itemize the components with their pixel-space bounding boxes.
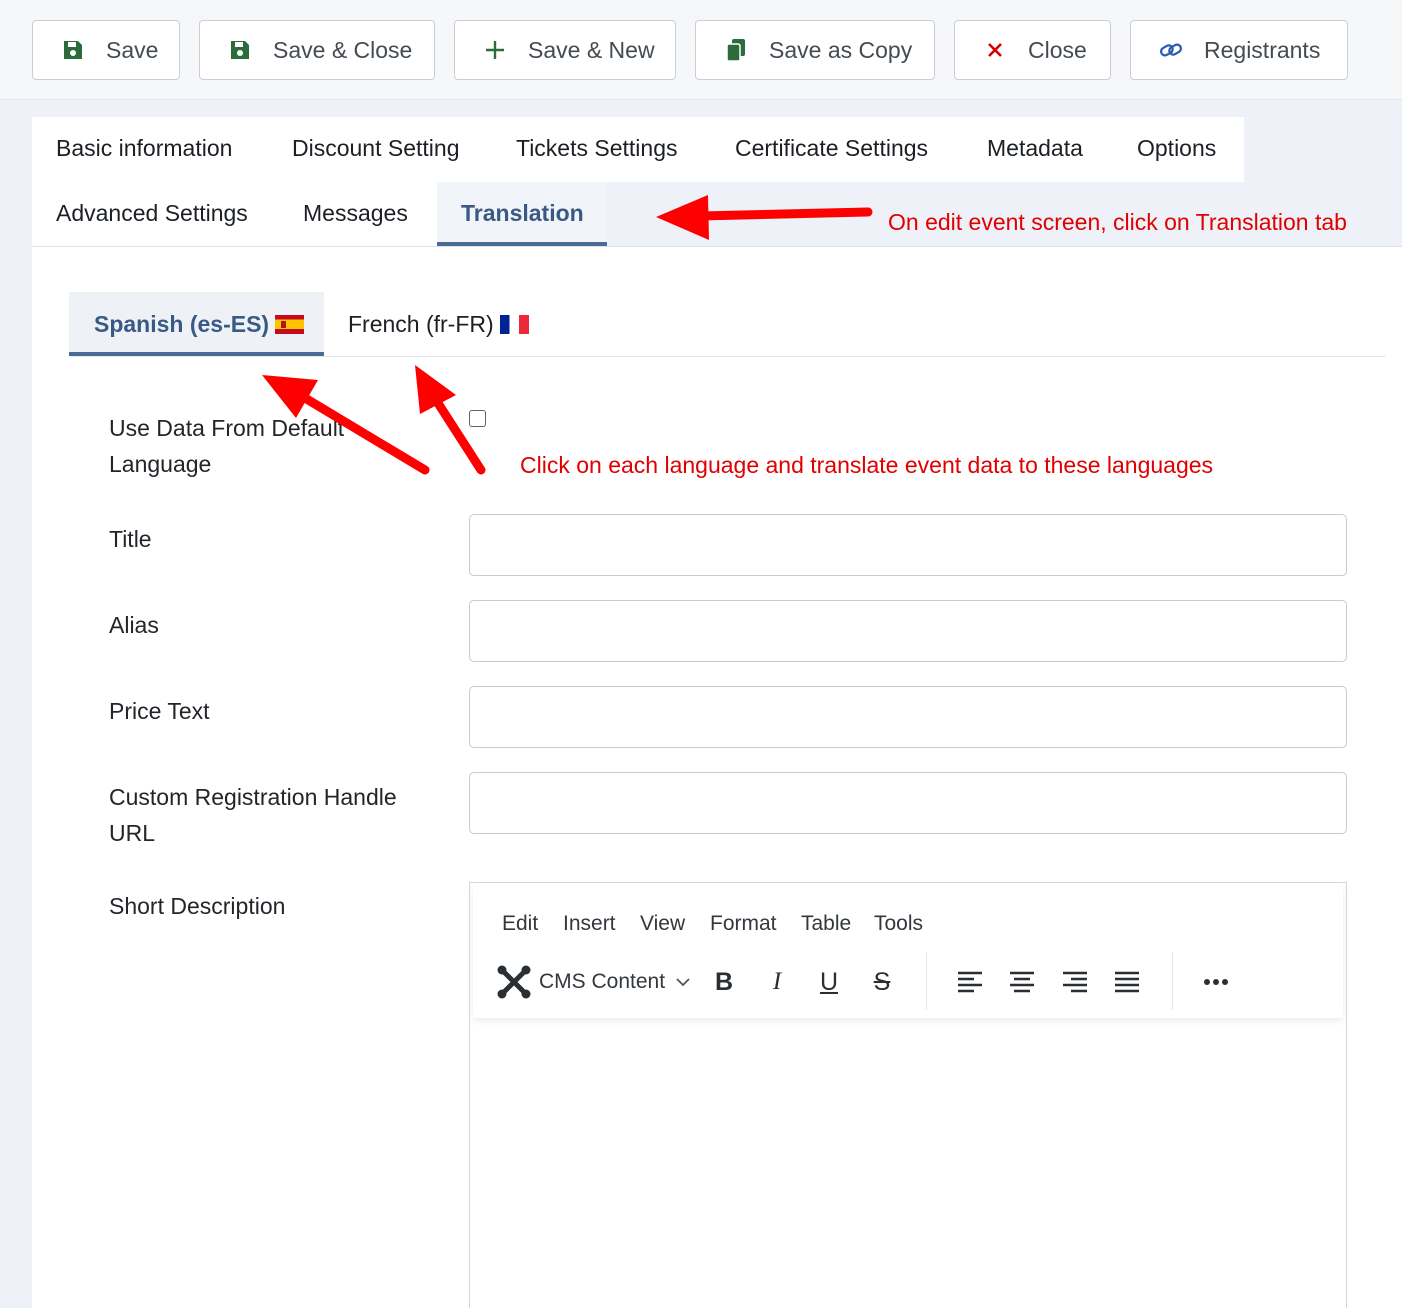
registrants-label: Registrants bbox=[1204, 36, 1321, 63]
menu-view[interactable]: View bbox=[640, 912, 685, 936]
tab-discount-setting[interactable]: Discount Setting bbox=[292, 135, 459, 162]
align-right-icon bbox=[1063, 971, 1087, 993]
save-label: Save bbox=[106, 36, 159, 63]
use-default-label-line1: Use Data From Default bbox=[109, 415, 345, 441]
title-label: Title bbox=[109, 526, 152, 552]
use-default-label: Use Data From Default Language bbox=[109, 410, 344, 482]
title-input[interactable] bbox=[469, 514, 1347, 576]
floppy-disk-icon bbox=[227, 37, 253, 63]
link-icon bbox=[1158, 37, 1184, 63]
more-icon bbox=[1204, 979, 1228, 985]
cms-content-label: CMS Content bbox=[539, 970, 666, 993]
short-description-label: Short Description bbox=[109, 893, 286, 919]
floppy-disk-icon bbox=[60, 37, 86, 63]
align-center-icon bbox=[1010, 971, 1034, 993]
language-tab-active-indicator bbox=[69, 352, 324, 356]
menu-edit[interactable]: Edit bbox=[502, 912, 538, 936]
save-new-label: Save & New bbox=[528, 36, 655, 63]
bold-button[interactable]: B bbox=[706, 964, 742, 1000]
toolbar: Save Save & Close Save & New Save as Cop… bbox=[0, 0, 1402, 100]
use-default-checkbox[interactable] bbox=[469, 410, 486, 427]
save-close-label: Save & Close bbox=[273, 36, 413, 63]
tab-tickets-settings[interactable]: Tickets Settings bbox=[516, 135, 677, 162]
custom-url-label-line2: URL bbox=[109, 820, 156, 846]
editor-toolbar: Edit Insert View Format Table Tools CMS … bbox=[473, 886, 1343, 1018]
custom-url-label-line1: Custom Registration Handle bbox=[109, 784, 397, 810]
chevron-down-icon bbox=[676, 978, 690, 987]
france-flag-icon bbox=[499, 314, 529, 334]
registrants-button[interactable]: Registrants bbox=[1130, 20, 1348, 80]
alias-input[interactable] bbox=[469, 600, 1347, 662]
copy-icon bbox=[723, 37, 749, 63]
plus-icon bbox=[482, 37, 508, 63]
tab-spanish[interactable]: Spanish (es-ES) bbox=[69, 292, 324, 356]
tab-translation[interactable]: Translation bbox=[461, 200, 584, 227]
alias-label: Alias bbox=[109, 612, 159, 638]
close-label: Close bbox=[1028, 36, 1087, 63]
align-right-button[interactable] bbox=[1057, 964, 1093, 1000]
save-copy-label: Save as Copy bbox=[769, 36, 913, 63]
align-center-button[interactable] bbox=[1004, 964, 1040, 1000]
tab-basic-information[interactable]: Basic information bbox=[56, 135, 232, 162]
tab-advanced-settings[interactable]: Advanced Settings bbox=[56, 200, 248, 227]
tab-french-label: French (fr-FR) bbox=[348, 310, 494, 337]
use-default-label-line2: Language bbox=[109, 451, 212, 477]
save-new-button[interactable]: Save & New bbox=[454, 20, 676, 80]
custom-url-input[interactable] bbox=[469, 772, 1347, 834]
menu-insert[interactable]: Insert bbox=[563, 912, 616, 936]
arrow-to-translation-tab bbox=[656, 195, 709, 240]
custom-url-label: Custom Registration Handle URL bbox=[109, 779, 397, 851]
spain-flag-icon bbox=[275, 314, 305, 334]
language-tabs-divider bbox=[70, 356, 1386, 357]
tab-certificate-settings[interactable]: Certificate Settings bbox=[735, 135, 928, 162]
cms-content-dropdown[interactable]: CMS Content bbox=[495, 962, 691, 1002]
annotation-translation-hint: On edit event screen, click on Translati… bbox=[888, 209, 1347, 235]
close-button[interactable]: Close bbox=[954, 20, 1111, 80]
align-left-button[interactable] bbox=[952, 964, 988, 1000]
annotation-language-hint: Click on each language and translate eve… bbox=[520, 452, 1214, 478]
tab-options[interactable]: Options bbox=[1137, 135, 1216, 162]
underline-button[interactable]: U bbox=[811, 964, 847, 1000]
italic-button[interactable]: I bbox=[759, 964, 795, 1000]
joomla-icon bbox=[497, 965, 531, 999]
menu-format[interactable]: Format bbox=[710, 912, 777, 936]
align-left-icon bbox=[958, 971, 982, 993]
save-copy-button[interactable]: Save as Copy bbox=[695, 20, 935, 80]
tab-french[interactable]: French (fr-FR) bbox=[324, 292, 529, 356]
tab-spanish-label: Spanish (es-ES) bbox=[94, 310, 270, 337]
menu-table[interactable]: Table bbox=[801, 912, 851, 936]
save-close-button[interactable]: Save & Close bbox=[199, 20, 435, 80]
more-button[interactable] bbox=[1198, 964, 1234, 1000]
strikethrough-button[interactable]: S bbox=[864, 964, 900, 1000]
menu-tools[interactable]: Tools bbox=[874, 912, 923, 936]
price-text-label: Price Text bbox=[109, 698, 210, 724]
toolbar-separator bbox=[1172, 952, 1173, 1010]
save-button[interactable]: Save bbox=[32, 20, 180, 80]
rich-text-editor[interactable]: Edit Insert View Format Table Tools CMS … bbox=[469, 882, 1347, 1308]
tab-metadata[interactable]: Metadata bbox=[987, 135, 1083, 162]
justify-icon bbox=[1115, 971, 1139, 993]
toolbar-separator bbox=[926, 952, 927, 1010]
close-icon bbox=[982, 37, 1008, 63]
justify-button[interactable] bbox=[1109, 964, 1145, 1000]
price-text-input[interactable] bbox=[469, 686, 1347, 748]
tab-messages[interactable]: Messages bbox=[303, 200, 408, 227]
